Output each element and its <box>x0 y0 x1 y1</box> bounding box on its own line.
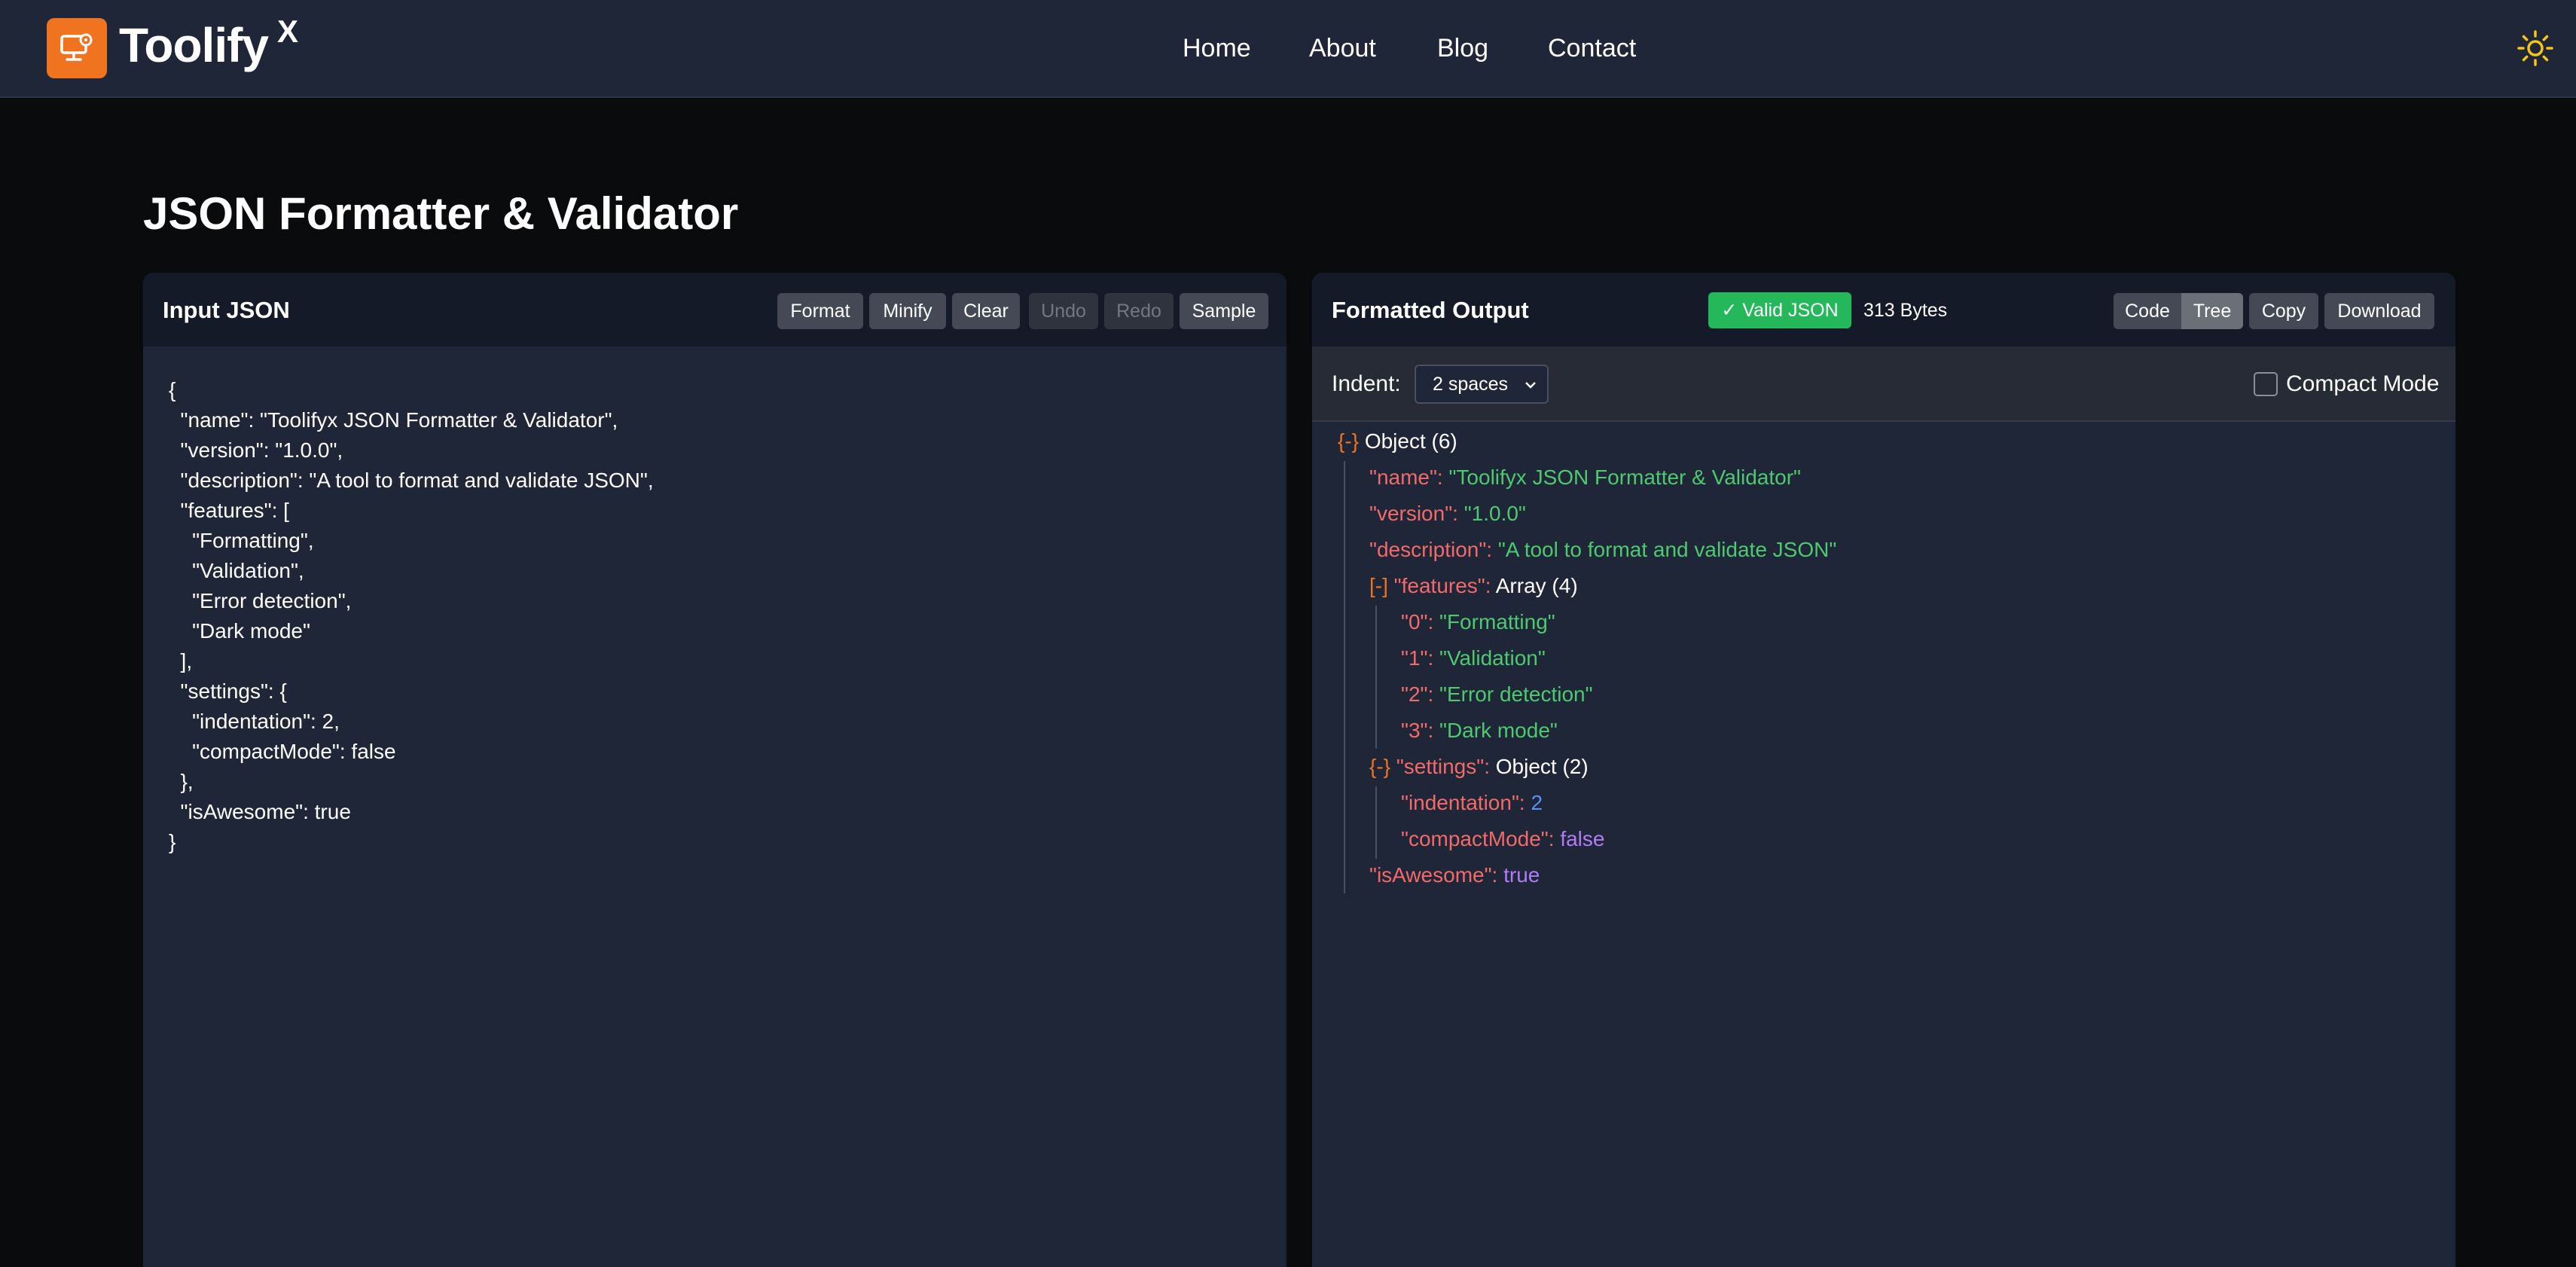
tree-node: "version": "1.0.0" <box>1369 496 1526 532</box>
tree-separator: : <box>1427 646 1440 670</box>
tree-separator: : <box>1485 574 1496 597</box>
tree-separator: : <box>1427 682 1440 706</box>
output-size: 313 Bytes <box>1863 300 1948 321</box>
clear-button[interactable]: Clear <box>952 293 1020 329</box>
tree-value: "Error detection" <box>1439 682 1593 706</box>
tree-toggle[interactable]: [-] <box>1369 574 1388 597</box>
tree-key: "isAwesome" <box>1369 863 1492 887</box>
output-options-bar: Indent: 2 spaces Compact Mode <box>1312 347 2455 422</box>
tree-key: "name" <box>1369 466 1437 489</box>
tree-node: "0": "Formatting" <box>1401 604 1555 640</box>
nav-home[interactable]: Home <box>1183 32 1251 65</box>
tree-node: "compactMode": false <box>1401 821 1604 857</box>
json-tree-view: {-} Object (6) "name": "Toolifyx JSON For… <box>1312 422 2455 1267</box>
tree-key: "0" <box>1401 610 1428 634</box>
tree-node: "2": "Error detection" <box>1401 676 1593 713</box>
tree-guide-settings <box>1375 786 1377 859</box>
sample-button[interactable]: Sample <box>1180 293 1268 329</box>
tree-toggle[interactable]: {-} <box>1369 755 1390 778</box>
nav-contact[interactable]: Contact <box>1548 32 1636 65</box>
valid-json-badge: ✓ Valid JSON <box>1708 292 1851 328</box>
input-panel-heading: Input JSON <box>163 297 290 323</box>
output-panel-header: Formatted Output ✓ Valid JSON 313 Bytes … <box>1312 273 2455 347</box>
top-nav-bar: Toolify X Home About Blog Contact <box>0 0 2576 98</box>
tree-node: "isAwesome": true <box>1369 857 1540 893</box>
tree-separator: : <box>1427 719 1440 742</box>
json-input-editor[interactable]: { "name": "Toolifyx JSON Formatter & Val… <box>143 347 1286 1267</box>
copy-button[interactable]: Copy <box>2249 293 2318 329</box>
compact-mode-checkbox[interactable] <box>2254 372 2278 396</box>
page-title: JSON Formatter & Validator <box>143 188 739 239</box>
tree-guide-features <box>1375 606 1377 749</box>
tree-key: "compactMode" <box>1401 827 1549 850</box>
indent-select[interactable]: 2 spaces <box>1415 365 1549 404</box>
tree-key: "settings" <box>1396 755 1485 778</box>
tree-separator: : <box>1452 502 1464 525</box>
view-code-button[interactable]: Code <box>2114 293 2181 329</box>
nav-about[interactable]: About <box>1309 32 1376 65</box>
tree-node: "description": "A tool to format and val… <box>1369 532 1836 568</box>
logo-icon[interactable] <box>47 18 107 78</box>
nav-blog[interactable]: Blog <box>1437 32 1488 65</box>
tree-value: "A tool to format and validate JSON" <box>1497 538 1837 561</box>
tree-key: "3" <box>1401 719 1428 742</box>
tree-key: "2" <box>1401 682 1428 706</box>
download-button[interactable]: Download <box>2324 293 2434 329</box>
tree-value: Object (6) <box>1364 429 1457 453</box>
tree-separator: : <box>1518 791 1531 814</box>
tree-separator: : <box>1486 538 1498 561</box>
tree-key: "features" <box>1393 574 1485 597</box>
tree-separator: : <box>1436 466 1449 489</box>
tree-node: "indentation": 2 <box>1401 785 1543 821</box>
tree-key: "indentation" <box>1401 791 1519 814</box>
tree-value: false <box>1560 827 1605 850</box>
format-button[interactable]: Format <box>777 293 863 329</box>
input-panel: Input JSON Format Minify Clear Undo Redo… <box>143 273 1286 1267</box>
compact-mode-label[interactable]: Compact Mode <box>2286 369 2439 399</box>
tree-value: Array (4) <box>1495 574 1578 597</box>
tree-value: "Validation" <box>1439 646 1546 670</box>
tree-node: "name": "Toolifyx JSON Formatter & Valid… <box>1369 459 1801 496</box>
tree-value: "Dark mode" <box>1439 719 1558 742</box>
tree-key: "1" <box>1401 646 1428 670</box>
tree-key: "version" <box>1369 502 1453 525</box>
tree-node: [-] "features": Array (4) <box>1369 568 1578 604</box>
tree-value: "1.0.0" <box>1463 502 1526 525</box>
chevron-down-icon <box>1525 382 1536 389</box>
view-tree-button[interactable]: Tree <box>2181 293 2243 329</box>
tree-value: "Toolifyx JSON Formatter & Validator" <box>1448 466 1801 489</box>
brand-name[interactable]: Toolify <box>119 17 269 74</box>
sun-icon[interactable] <box>2516 29 2555 68</box>
tree-value: Object (2) <box>1495 755 1589 778</box>
tree-separator: : <box>1484 755 1496 778</box>
tree-separator: : <box>1427 610 1440 634</box>
tree-separator: : <box>1548 827 1561 850</box>
input-panel-header: Input JSON Format Minify Clear Undo Redo… <box>143 273 1286 347</box>
indent-select-value: 2 spaces <box>1433 374 1509 395</box>
tree-value: 2 <box>1531 791 1543 814</box>
tree-node: "1": "Validation" <box>1401 640 1546 676</box>
output-panel-heading: Formatted Output <box>1332 297 1529 323</box>
minify-button[interactable]: Minify <box>869 293 946 329</box>
tree-separator: : <box>1491 863 1504 887</box>
redo-button[interactable]: Redo <box>1104 293 1174 329</box>
output-panel: Formatted Output ✓ Valid JSON 313 Bytes … <box>1312 273 2455 1267</box>
tree-toggle[interactable]: {-} <box>1338 429 1359 453</box>
brand-superscript: X <box>277 14 299 49</box>
undo-button[interactable]: Undo <box>1029 293 1098 329</box>
tree-key: "description" <box>1369 538 1487 561</box>
tree-value: true <box>1503 863 1540 887</box>
tree-value: "Formatting" <box>1439 610 1555 634</box>
tree-node: {-} "settings": Object (2) <box>1369 749 1589 785</box>
tree-guide-root <box>1344 461 1345 893</box>
indent-label: Indent: <box>1332 371 1401 396</box>
tree-node: "3": "Dark mode" <box>1401 713 1558 749</box>
tree-node: {-} Object (6) <box>1338 423 1457 459</box>
